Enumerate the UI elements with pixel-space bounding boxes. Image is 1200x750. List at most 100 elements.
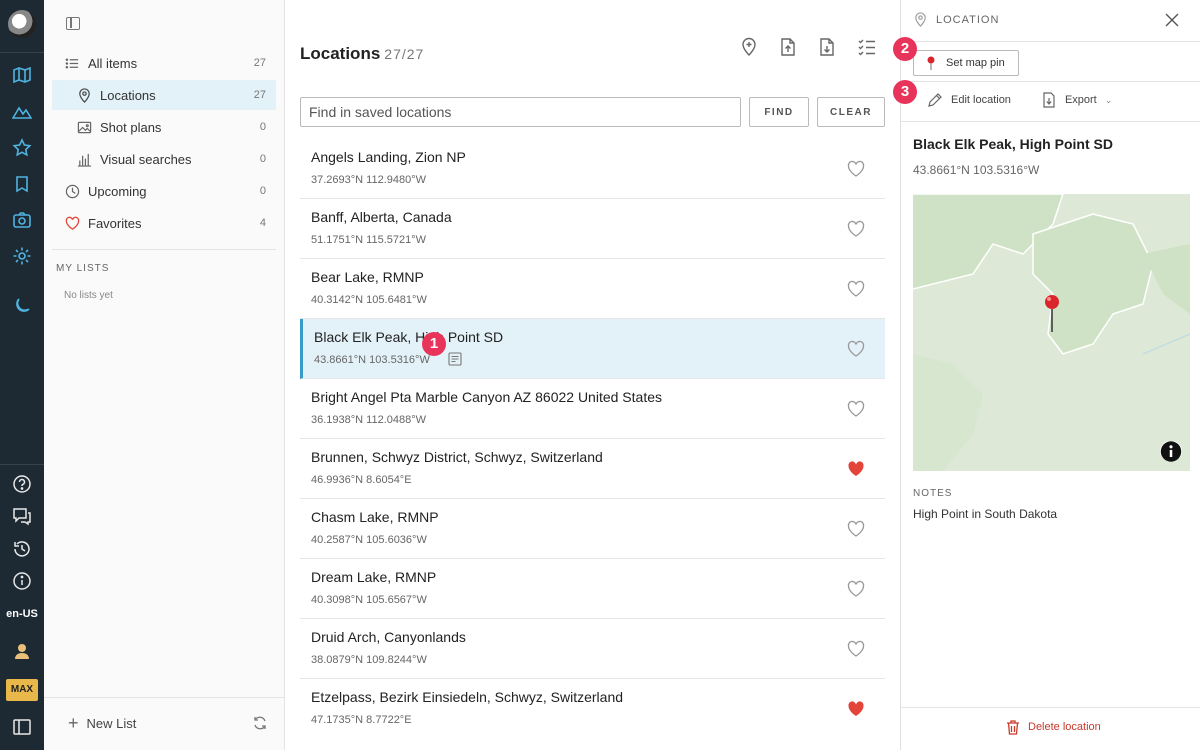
sidebar-item-count: 27 bbox=[253, 89, 266, 101]
heart-outline-icon[interactable] bbox=[847, 280, 865, 298]
rail-divider bbox=[0, 52, 44, 53]
list-icon bbox=[64, 55, 80, 71]
locale-label[interactable]: en-US bbox=[0, 608, 44, 620]
upload-file-icon[interactable] bbox=[778, 37, 798, 57]
location-row[interactable]: Bright Angel Pta Marble Canyon AZ 86022 … bbox=[300, 379, 885, 439]
chevron-down-icon: ⌄ bbox=[1104, 94, 1113, 105]
location-row[interactable]: Bear Lake, RMNP 40.3142°N 105.6481°W bbox=[300, 259, 885, 319]
location-row[interactable]: Brunnen, Schwyz District, Schwyz, Switze… bbox=[300, 439, 885, 499]
page-title: Locations 27/27 bbox=[300, 44, 424, 64]
gear-icon[interactable] bbox=[12, 246, 32, 266]
plan-badge[interactable]: MAX bbox=[6, 679, 38, 701]
moon-icon[interactable] bbox=[12, 296, 32, 316]
map-terrain bbox=[913, 194, 1190, 471]
callout-badge: 3 bbox=[893, 80, 917, 104]
heart-outline-icon[interactable] bbox=[847, 340, 865, 358]
heart-outline-icon[interactable] bbox=[847, 520, 865, 538]
mountains-icon[interactable] bbox=[11, 101, 33, 121]
sidebar-item-favorites[interactable]: Favorites 4 bbox=[52, 208, 276, 238]
set-map-pin-button[interactable]: Set map pin bbox=[913, 50, 1019, 76]
callout-badge: 2 bbox=[893, 37, 917, 61]
export-dropdown[interactable]: Export ⌄ bbox=[1041, 92, 1112, 108]
heart-outline-icon[interactable] bbox=[847, 400, 865, 418]
map-info-icon[interactable] bbox=[1160, 440, 1182, 462]
location-row[interactable]: Banff, Alberta, Canada 51.1751°N 115.572… bbox=[300, 199, 885, 259]
bookmark-icon[interactable] bbox=[12, 174, 32, 194]
location-pin-icon bbox=[915, 12, 926, 27]
note-icon bbox=[448, 352, 462, 366]
location-name: Brunnen, Schwyz District, Schwyz, Switze… bbox=[311, 449, 603, 465]
map-icon[interactable] bbox=[12, 65, 32, 85]
detail-location-name: Black Elk Peak, High Point SD bbox=[913, 136, 1113, 152]
sidebar-item-all-items[interactable]: All items 27 bbox=[52, 48, 276, 78]
location-row[interactable]: Druid Arch, Canyonlands 38.0879°N 109.82… bbox=[300, 619, 885, 679]
plus-icon: + bbox=[68, 713, 79, 733]
location-row[interactable]: Dream Lake, RMNP 40.3098°N 105.6567°W bbox=[300, 559, 885, 619]
location-map[interactable] bbox=[913, 194, 1190, 471]
find-button[interactable]: FIND bbox=[749, 97, 809, 127]
image-icon bbox=[76, 119, 92, 135]
location-coord: 40.2587°N 105.6036°W bbox=[311, 534, 427, 546]
pushpin-icon bbox=[927, 56, 935, 70]
add-location-icon[interactable] bbox=[739, 37, 759, 57]
download-file-icon[interactable] bbox=[817, 37, 837, 57]
edit-location-button[interactable]: Edit location bbox=[927, 92, 1011, 108]
delete-location-button[interactable]: Delete location bbox=[1005, 719, 1101, 735]
location-row[interactable]: Etzelpass, Bezirk Einsiedeln, Schwyz, Sw… bbox=[300, 679, 885, 739]
sidebar-toggle-icon[interactable] bbox=[66, 17, 80, 30]
checklist-icon[interactable] bbox=[857, 37, 877, 57]
location-name: Dream Lake, RMNP bbox=[311, 569, 437, 585]
refresh-icon[interactable] bbox=[252, 715, 268, 731]
sidebar-item-locations[interactable]: Locations 27 bbox=[52, 80, 276, 110]
heart-filled-icon[interactable] bbox=[847, 460, 865, 478]
pencil-icon bbox=[928, 93, 942, 107]
notes-heading: NOTES bbox=[913, 488, 953, 499]
detail-header: LOCATION bbox=[913, 12, 999, 27]
new-list-button[interactable]: + New List bbox=[68, 713, 136, 733]
panel-toggle-icon[interactable] bbox=[12, 717, 32, 737]
sidebar-item-count: 0 bbox=[259, 185, 266, 197]
heart-outline-icon[interactable] bbox=[847, 640, 865, 658]
location-coord: 37.2693°N 112.9480°W bbox=[311, 174, 427, 186]
sidebar-item-visual-searches[interactable]: Visual searches 0 bbox=[52, 144, 276, 174]
location-coord: 43.8661°N 103.5316°W bbox=[314, 354, 430, 366]
sidebar-item-label: Upcoming bbox=[88, 183, 147, 199]
clear-button[interactable]: CLEAR bbox=[817, 97, 885, 127]
info-icon[interactable] bbox=[12, 571, 32, 591]
location-name: Angels Landing, Zion NP bbox=[311, 149, 466, 165]
detail-location-coord: 43.8661°N 103.5316°W bbox=[913, 163, 1040, 177]
export-file-icon bbox=[1043, 92, 1055, 108]
chart-icon bbox=[76, 151, 92, 167]
location-row-selected[interactable]: Black Elk Peak, High Point SD 43.8661°N … bbox=[300, 319, 885, 379]
app-logo[interactable] bbox=[8, 10, 36, 38]
heart-outline-icon[interactable] bbox=[847, 160, 865, 178]
detail-divider bbox=[901, 707, 1200, 708]
user-icon[interactable] bbox=[12, 641, 32, 661]
location-name: Druid Arch, Canyonlands bbox=[311, 629, 466, 645]
export-label: Export bbox=[1064, 94, 1097, 106]
clock-icon bbox=[64, 183, 80, 199]
help-icon[interactable] bbox=[12, 474, 32, 494]
search-input[interactable] bbox=[300, 97, 741, 127]
location-row[interactable]: Chasm Lake, RMNP 40.2587°N 105.6036°W bbox=[300, 499, 885, 559]
camera-icon[interactable] bbox=[12, 210, 32, 230]
icon-rail: en-US MAX bbox=[0, 0, 44, 750]
detail-actions: Edit location Export ⌄ bbox=[927, 92, 1142, 108]
sidebar-item-shot-plans[interactable]: Shot plans 0 bbox=[52, 112, 276, 142]
heart-outline-icon[interactable] bbox=[847, 580, 865, 598]
my-lists-heading: MY LISTS bbox=[56, 263, 110, 274]
location-coord: 40.3098°N 105.6567°W bbox=[311, 594, 427, 606]
sidebar-item-label: Favorites bbox=[88, 215, 142, 231]
location-coord: 36.1938°N 112.0488°W bbox=[311, 414, 427, 426]
heart-outline-icon[interactable] bbox=[847, 220, 865, 238]
heart-filled-icon[interactable] bbox=[847, 700, 865, 718]
star-icon[interactable] bbox=[12, 138, 32, 158]
sidebar-item-label: Visual searches bbox=[100, 151, 192, 167]
close-icon[interactable] bbox=[1164, 12, 1180, 28]
location-row[interactable]: Angels Landing, Zion NP 37.2693°N 112.94… bbox=[300, 139, 885, 199]
callout-badge: 1 bbox=[422, 332, 446, 356]
chat-icon[interactable] bbox=[12, 506, 32, 526]
sidebar-item-upcoming[interactable]: Upcoming 0 bbox=[52, 176, 276, 206]
sidebar-item-count: 0 bbox=[259, 121, 266, 133]
history-icon[interactable] bbox=[12, 539, 32, 559]
